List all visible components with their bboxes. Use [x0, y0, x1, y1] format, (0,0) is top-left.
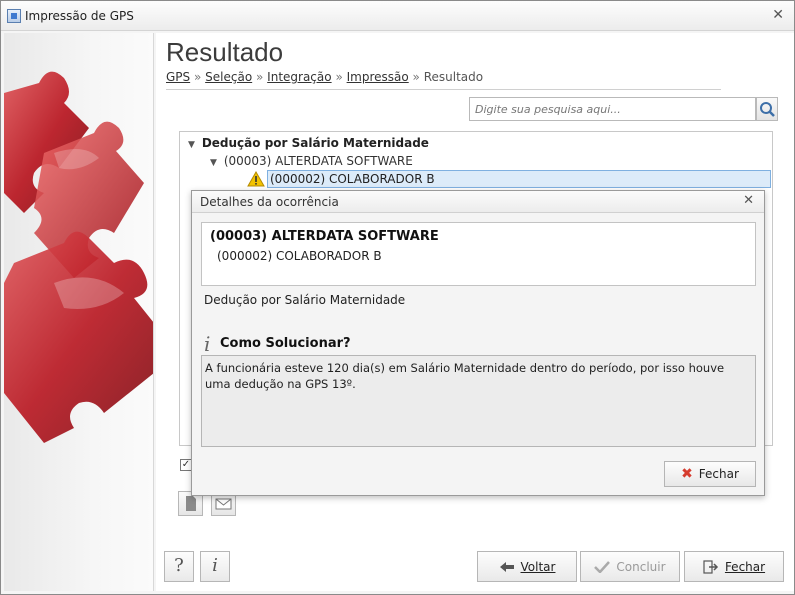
breadcrumb-selecao[interactable]: Seleção	[205, 70, 252, 84]
puzzle-illustration	[4, 71, 153, 443]
close-icon: ✖	[681, 466, 693, 482]
breadcrumb: GPS » Seleção » Integração » Impressão »…	[166, 70, 483, 84]
solve-title: Como Solucionar?	[220, 336, 351, 351]
finish-button[interactable]: Concluir	[580, 551, 680, 582]
tree-employee-label: (000002) COLABORADOR B	[270, 172, 435, 186]
close-label: Fechar	[724, 559, 766, 574]
check-icon	[594, 560, 611, 573]
occurrence-description: Dedução por Salário Maternidade	[204, 293, 406, 307]
search-icon	[760, 102, 775, 117]
close-button[interactable]: Fechar	[684, 551, 784, 582]
finish-label: Concluir	[616, 559, 666, 574]
arrow-left-icon	[499, 561, 514, 572]
occurrence-details-dialog: Detalhes da ocorrência ✕ (00003) ALTERDA…	[191, 190, 765, 496]
breadcrumb-current: Resultado	[423, 70, 484, 84]
chevron-down-icon[interactable]: ▼	[188, 140, 198, 150]
window-title: Impressão de GPS	[25, 9, 134, 23]
breadcrumb-separator: »	[193, 70, 202, 84]
warning-icon	[247, 171, 265, 187]
tree-company-label: (00003) ALTERDATA SOFTWARE	[223, 154, 413, 168]
info-button[interactable]: i	[200, 551, 230, 582]
tree-group-row[interactable]: ▼ Dedução por Salário Maternidade	[188, 136, 429, 150]
sidebar-illustration	[4, 33, 154, 591]
back-button[interactable]: Voltar	[477, 551, 577, 582]
occurrence-company: (00003) ALTERDATA SOFTWARE	[210, 229, 439, 244]
info-icon: i	[204, 332, 211, 356]
exit-icon	[703, 559, 718, 574]
breadcrumb-divider	[166, 89, 721, 90]
dialog-title-bar: Detalhes da ocorrência ✕	[192, 191, 764, 213]
title-bar: Impressão de GPS ✕	[1, 1, 794, 31]
dialog-close-button[interactable]: ✕	[743, 193, 754, 208]
tree-employee-row[interactable]: (000002) COLABORADOR B	[267, 170, 771, 188]
chevron-down-icon[interactable]: ▼	[210, 158, 220, 168]
dialog-close-action-button[interactable]: ✖ Fechar	[664, 461, 756, 487]
help-button[interactable]: ?	[164, 551, 194, 582]
breadcrumb-gps[interactable]: GPS	[166, 70, 190, 84]
solve-text: A funcionária esteve 120 dia(s) em Salár…	[201, 355, 756, 447]
window-close-button[interactable]: ✕	[772, 7, 784, 23]
tree-group-label: Dedução por Salário Maternidade	[201, 136, 429, 150]
occurrence-employee: (000002) COLABORADOR B	[217, 249, 382, 263]
dialog-close-label: Fechar	[698, 467, 739, 481]
breadcrumb-separator: »	[412, 70, 420, 84]
main-window: Impressão de GPS ✕ Resultado GPS » Seleç…	[0, 0, 795, 595]
search-bar	[469, 97, 778, 121]
search-input[interactable]	[469, 97, 756, 121]
page-title: Resultado	[166, 37, 284, 67]
back-label: Voltar	[520, 559, 556, 574]
breadcrumb-impressao[interactable]: Impressão	[347, 70, 409, 84]
breadcrumb-integracao[interactable]: Integração	[267, 70, 331, 84]
occurrence-header-box: (00003) ALTERDATA SOFTWARE (000002) COLA…	[201, 222, 756, 286]
breadcrumb-separator: »	[256, 70, 264, 84]
app-icon	[7, 9, 21, 23]
breadcrumb-separator: »	[335, 70, 343, 84]
dialog-title: Detalhes da ocorrência	[200, 195, 339, 209]
tree-company-row[interactable]: ▼ (00003) ALTERDATA SOFTWARE	[210, 154, 413, 168]
search-button[interactable]	[756, 97, 778, 121]
